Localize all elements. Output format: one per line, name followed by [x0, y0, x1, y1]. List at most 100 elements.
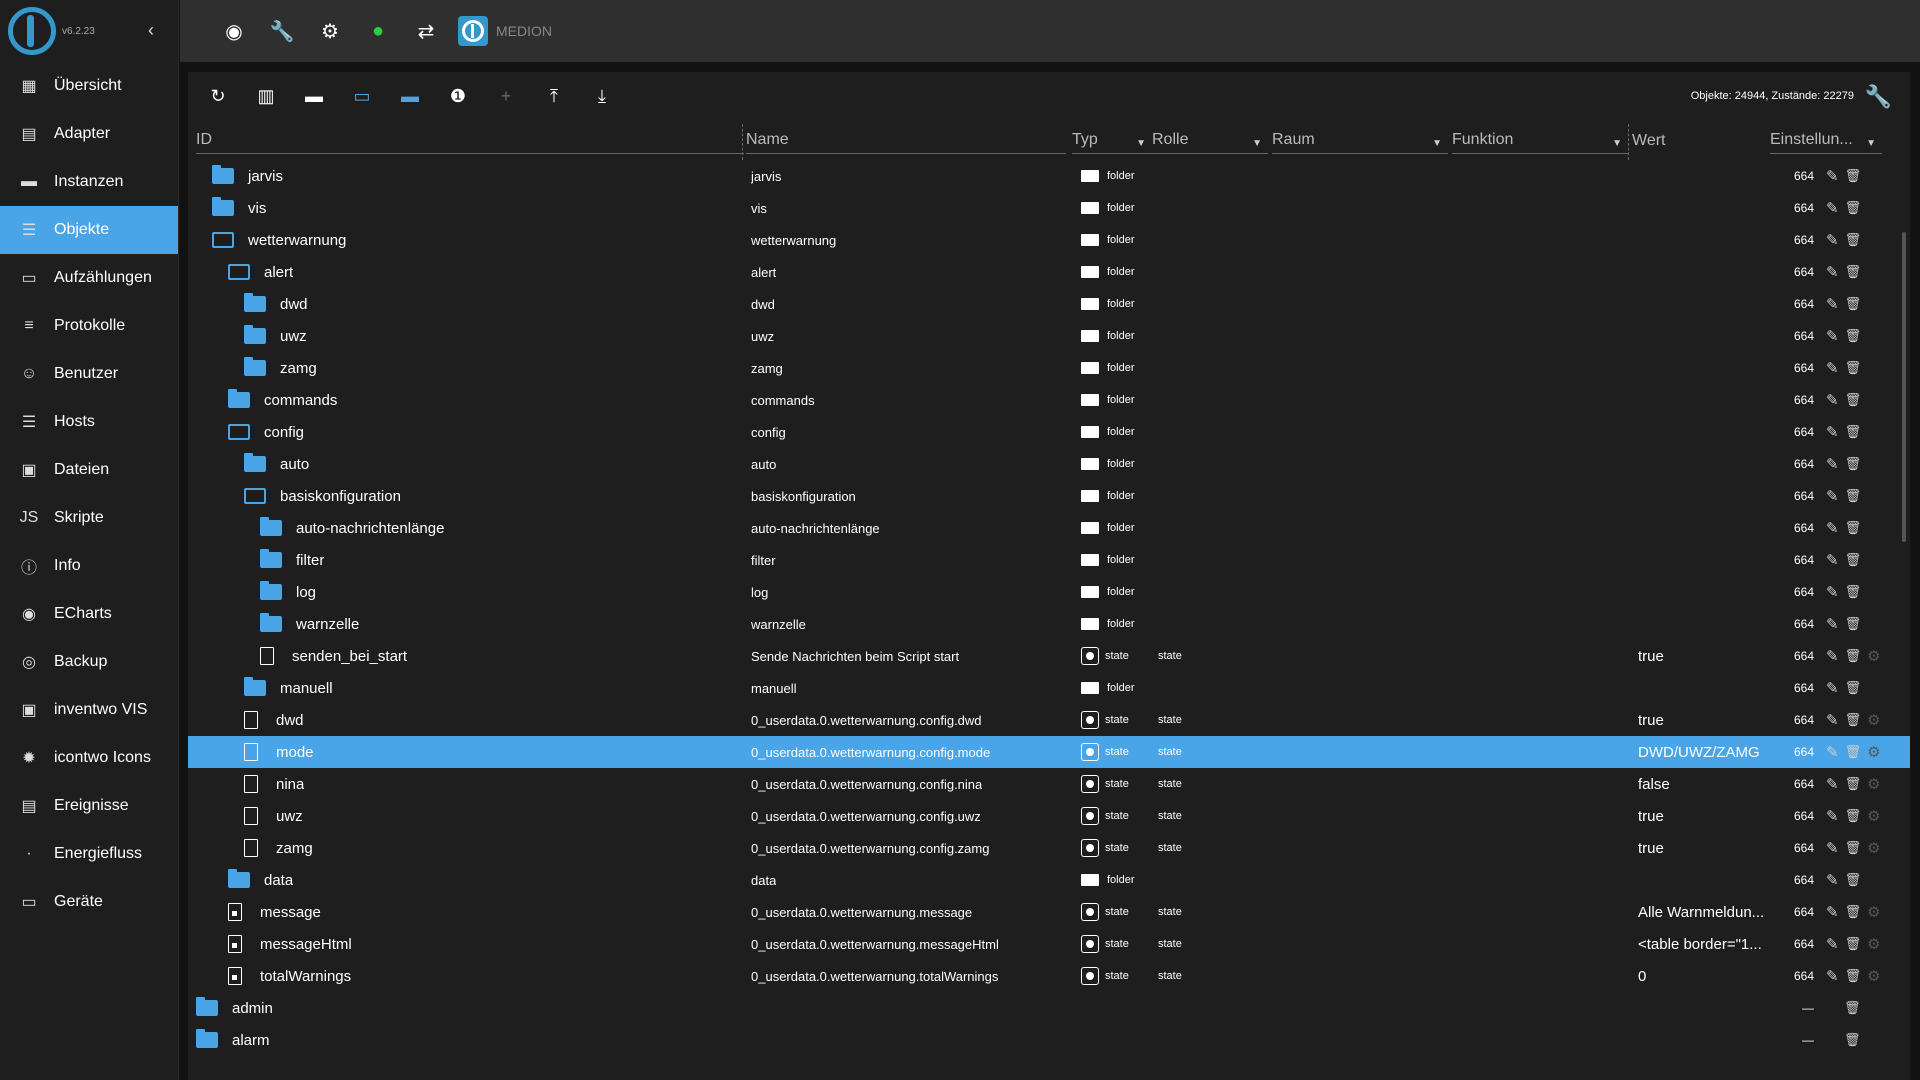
edit-icon[interactable]: ✎: [1826, 807, 1839, 825]
table-row[interactable]: commands commands folder 664 ✎ 🗑: [188, 384, 1910, 416]
table-row[interactable]: dwd dwd folder 664 ✎ 🗑: [188, 288, 1910, 320]
folder-icon[interactable]: [196, 1029, 218, 1048]
add-icon[interactable]: +: [482, 72, 530, 120]
folder-open-icon[interactable]: [212, 232, 234, 248]
sidebar-item-ereignisse[interactable]: ▤ Ereignisse: [0, 782, 178, 830]
table-row[interactable]: zamg zamg folder 664 ✎ 🗑: [188, 352, 1910, 384]
edit-icon[interactable]: ✎: [1826, 295, 1839, 313]
iobroker-logo-icon[interactable]: [8, 7, 56, 55]
row-acl[interactable]: 664: [1788, 800, 1814, 832]
sidebar-item-geräte[interactable]: ▭ Geräte: [0, 878, 178, 926]
delete-icon[interactable]: 🗑: [1845, 456, 1862, 472]
upload-icon[interactable]: ⤒: [530, 72, 578, 120]
row-acl[interactable]: 664: [1788, 384, 1814, 416]
header-id[interactable]: ID: [196, 124, 744, 154]
delete-icon[interactable]: 🗑: [1845, 744, 1862, 760]
one-level-icon[interactable]: ❶: [434, 72, 482, 120]
edit-icon[interactable]: ✎: [1826, 871, 1839, 889]
folder-expand-icon[interactable]: ▬: [386, 72, 434, 120]
sidebar-item-energiefluss[interactable]: · Energiefluss: [0, 830, 178, 878]
wrench-icon[interactable]: 🔧: [258, 7, 306, 55]
delete-icon[interactable]: 🗑: [1845, 616, 1862, 632]
table-row[interactable]: dwd 0_userdata.0.wetterwarnung.config.dwd…: [188, 704, 1910, 736]
table-row[interactable]: wetterwarnung wetterwarnung folder 664 ✎ 🗑: [188, 224, 1910, 256]
table-row[interactable]: manuell manuell folder 664 ✎ 🗑: [188, 672, 1910, 704]
delete-icon[interactable]: 🗑: [1845, 200, 1862, 216]
row-value[interactable]: Alle Warnmeldun...: [1638, 896, 1778, 928]
delete-icon[interactable]: 🗑: [1845, 872, 1862, 888]
edit-icon[interactable]: ✎: [1826, 711, 1839, 729]
folder-icon[interactable]: [244, 293, 266, 312]
row-acl[interactable]: 664: [1788, 288, 1814, 320]
custom-settings-gear-icon[interactable]: ⚙: [1867, 711, 1880, 729]
row-value[interactable]: true: [1638, 704, 1778, 736]
folder-icon[interactable]: [244, 357, 266, 376]
delete-icon[interactable]: 🗑: [1845, 680, 1862, 696]
folder-icon[interactable]: [228, 389, 250, 408]
row-acl[interactable]: 664: [1788, 640, 1814, 672]
settings-gear-icon[interactable]: ⚙: [306, 7, 354, 55]
sidebar-item-aufzählungen[interactable]: ▭ Aufzählungen: [0, 254, 178, 302]
custom-settings-gear-icon[interactable]: ⚙: [1867, 903, 1880, 921]
delete-icon[interactable]: 🗑: [1845, 296, 1862, 312]
table-row[interactable]: vis vis folder 664 ✎ 🗑: [188, 192, 1910, 224]
edit-icon[interactable]: ✎: [1826, 359, 1839, 377]
folder-icon[interactable]: [212, 197, 234, 216]
delete-icon[interactable]: 🗑: [1845, 584, 1862, 600]
row-acl[interactable]: 664: [1788, 544, 1814, 576]
column-separator[interactable]: [1628, 124, 1629, 160]
edit-icon[interactable]: ✎: [1826, 455, 1839, 473]
delete-icon[interactable]: 🗑: [1845, 520, 1862, 536]
delete-icon[interactable]: 🗑: [1844, 1000, 1861, 1016]
custom-settings-gear-icon[interactable]: ⚙: [1867, 775, 1880, 793]
row-acl[interactable]: —: [1788, 1024, 1814, 1056]
vertical-scrollbar[interactable]: [1902, 232, 1906, 542]
folder-open-icon[interactable]: [244, 488, 266, 504]
edit-icon[interactable]: ✎: [1826, 487, 1839, 505]
table-row[interactable]: config config folder 664 ✎ 🗑: [188, 416, 1910, 448]
delete-icon[interactable]: 🗑: [1845, 936, 1862, 952]
row-acl[interactable]: 664: [1788, 256, 1814, 288]
row-value[interactable]: 0: [1638, 960, 1778, 992]
row-acl[interactable]: 664: [1788, 896, 1814, 928]
sidebar-item-hosts[interactable]: ☰ Hosts: [0, 398, 178, 446]
collapse-sidebar-icon[interactable]: ‹: [148, 20, 154, 41]
sidebar-item-backup[interactable]: ◎ Backup: [0, 638, 178, 686]
folder-icon[interactable]: [244, 677, 266, 696]
header-role[interactable]: Rolle ▼: [1152, 124, 1268, 154]
sidebar-item-benutzer[interactable]: ☺ Benutzer: [0, 350, 178, 398]
table-row[interactable]: warnzelle warnzelle folder 664 ✎ 🗑: [188, 608, 1910, 640]
column-separator[interactable]: [742, 124, 743, 160]
header-room[interactable]: Raum ▼: [1272, 124, 1448, 154]
table-row[interactable]: mode 0_userdata.0.wetterwarnung.config.mo…: [188, 736, 1910, 768]
sidebar-item-echarts[interactable]: ◉ ECharts: [0, 590, 178, 638]
folder-icon[interactable]: [260, 549, 282, 568]
row-acl[interactable]: 664: [1788, 160, 1814, 192]
folder-icon[interactable]: [212, 165, 234, 184]
edit-icon[interactable]: ✎: [1826, 647, 1839, 665]
row-acl[interactable]: 664: [1788, 192, 1814, 224]
table-row[interactable]: alarm — 🗑: [188, 1024, 1910, 1056]
delete-icon[interactable]: 🗑: [1845, 360, 1862, 376]
expert-mode-icon[interactable]: ●: [354, 7, 402, 55]
edit-icon[interactable]: ✎: [1826, 743, 1839, 761]
custom-settings-gear-icon[interactable]: ⚙: [1867, 647, 1880, 665]
sidebar-item-protokolle[interactable]: ≡ Protokolle: [0, 302, 178, 350]
row-value[interactable]: true: [1638, 640, 1778, 672]
row-acl[interactable]: 664: [1788, 832, 1814, 864]
edit-icon[interactable]: ✎: [1826, 839, 1839, 857]
sidebar-item-skripte[interactable]: JS Skripte: [0, 494, 178, 542]
edit-icon[interactable]: ✎: [1826, 231, 1839, 249]
folder-icon[interactable]: [244, 325, 266, 344]
row-acl[interactable]: 664: [1788, 608, 1814, 640]
table-row[interactable]: admin — 🗑: [188, 992, 1910, 1024]
delete-icon[interactable]: 🗑: [1845, 552, 1862, 568]
row-acl[interactable]: 664: [1788, 672, 1814, 704]
edit-icon[interactable]: ✎: [1826, 551, 1839, 569]
delete-icon[interactable]: 🗑: [1845, 168, 1862, 184]
custom-settings-gear-icon[interactable]: ⚙: [1867, 807, 1880, 825]
refresh-icon[interactable]: ↻: [194, 72, 242, 120]
delete-icon[interactable]: 🗑: [1845, 424, 1862, 440]
custom-settings-gear-icon[interactable]: ⚙: [1867, 839, 1880, 857]
row-acl[interactable]: 664: [1788, 928, 1814, 960]
